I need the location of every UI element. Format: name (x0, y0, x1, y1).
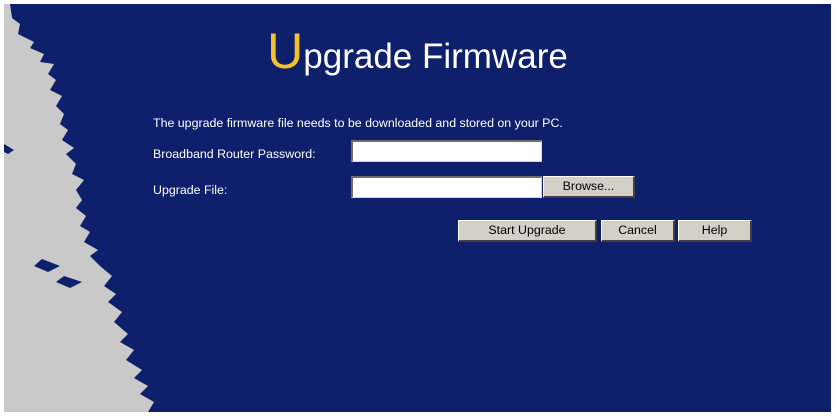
cancel-button[interactable]: Cancel (601, 220, 675, 242)
upgrade-description: The upgrade firmware file needs to be do… (153, 116, 563, 130)
router-password-field[interactable] (351, 140, 542, 162)
help-button[interactable]: Help (678, 220, 752, 242)
upgrade-file-field[interactable] (351, 176, 542, 198)
upgrade-file-label: Upgrade File: (153, 183, 228, 197)
browse-button[interactable]: Browse... (543, 176, 635, 198)
router-password-label: Broadband Router Password: (153, 147, 316, 161)
page-title: Upgrade Firmware (4, 26, 831, 82)
content-panel: Upgrade Firmware The upgrade firmware fi… (4, 4, 831, 412)
start-upgrade-button[interactable]: Start Upgrade (458, 220, 597, 242)
page-title-initial: U (267, 23, 304, 79)
page-title-text: pgrade Firmware (303, 37, 568, 76)
page-frame: Upgrade Firmware The upgrade firmware fi… (0, 0, 837, 416)
